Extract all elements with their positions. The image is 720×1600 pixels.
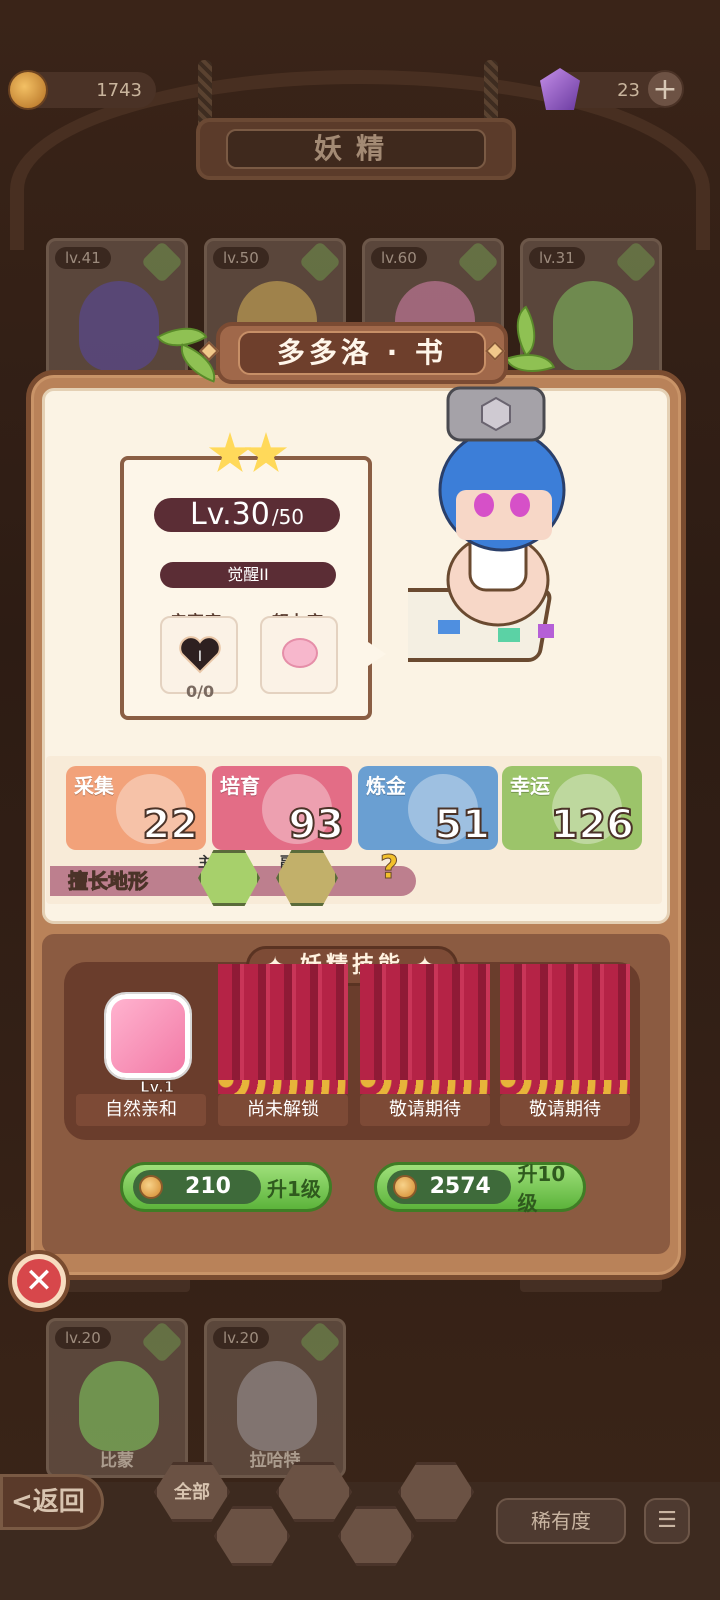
curtain-hem xyxy=(218,1080,348,1094)
skill-label: 自然亲和 xyxy=(76,1094,206,1126)
attribute-label: 培育 xyxy=(220,774,260,798)
effort-pig-icon xyxy=(282,638,318,668)
upgrade-10-button[interactable]: 2574 升10级 xyxy=(374,1162,586,1215)
add-gems-button[interactable]: + xyxy=(646,70,684,108)
card-level: lv.20 xyxy=(213,1327,269,1349)
back-button[interactable]: <返回 xyxy=(0,1474,104,1530)
coin-icon xyxy=(8,70,48,110)
gem-count: 23 xyxy=(617,79,640,101)
intimacy-level: I xyxy=(198,649,202,665)
coin-counter: 1743 xyxy=(8,70,156,110)
card-level: lv.41 xyxy=(55,247,111,269)
attribute-label: 采集 xyxy=(74,774,114,798)
fairy-portrait xyxy=(237,1361,317,1451)
fairy-card[interactable]: lv.20 比蒙 xyxy=(46,1318,188,1478)
rarity-sort-button[interactable]: 稀有度 xyxy=(496,1498,626,1544)
fairy-portrait xyxy=(79,1361,159,1451)
upgrade-label: 升1级 xyxy=(267,1176,321,1201)
fairy-card[interactable]: lv.20 拉哈特 xyxy=(204,1318,346,1478)
attribute-luck: 幸运 126 xyxy=(502,766,642,850)
upgrade-1-button[interactable]: 210 升1级 xyxy=(120,1162,332,1212)
card-level: lv.60 xyxy=(371,247,427,269)
close-button[interactable]: ✕ xyxy=(8,1250,70,1312)
coin-count: 1743 xyxy=(96,79,142,101)
attribute-value: 93 xyxy=(287,801,345,849)
terrain-icon xyxy=(614,241,658,284)
curtain-hem xyxy=(360,1080,490,1094)
upgrade-label: 升10级 xyxy=(517,1162,566,1215)
gem-counter: 23 + xyxy=(540,68,684,110)
upgrade-cost-value: 2574 xyxy=(429,1174,491,1199)
skill-label: 敬请期待 xyxy=(500,1094,630,1126)
attribute-gather: 采集 22 xyxy=(66,766,206,850)
attribute-value: 126 xyxy=(550,801,635,849)
curtain-locked xyxy=(360,964,490,1094)
level-value: Lv.30 xyxy=(189,497,270,532)
fairy-portrait xyxy=(553,281,633,371)
fairy-name: 多多洛 · 书 xyxy=(238,331,486,375)
upgrade-cost: 2574 xyxy=(387,1170,512,1204)
card-level: lv.31 xyxy=(529,247,585,269)
terrain-icon xyxy=(140,1321,184,1364)
attribute-value: 22 xyxy=(141,801,199,849)
fairy-card[interactable]: lv.41 xyxy=(46,238,188,386)
page-title-sign: 妖精 xyxy=(196,118,516,180)
card-level: lv.20 xyxy=(55,1327,111,1349)
curtain-locked xyxy=(500,964,630,1094)
level-max: /50 xyxy=(271,505,305,529)
sort-order-button[interactable]: ☰ xyxy=(644,1498,690,1544)
alarm-clock-icon xyxy=(106,994,190,1078)
terrain-icon xyxy=(456,241,500,284)
close-icon: ✕ xyxy=(17,1259,61,1303)
fairy-character xyxy=(408,386,566,662)
coin-icon xyxy=(139,1175,163,1199)
page-title: 妖精 xyxy=(226,129,486,169)
upgrade-cost-value: 210 xyxy=(185,1174,231,1199)
attribute-label: 炼金 xyxy=(366,774,406,798)
coin-icon xyxy=(393,1175,417,1199)
level-display: Lv.30 /50 xyxy=(154,498,340,532)
upgrade-cost: 210 xyxy=(133,1170,261,1204)
curtain-hem xyxy=(500,1080,630,1094)
curtain-locked xyxy=(218,964,348,1094)
attribute-label: 幸运 xyxy=(510,774,550,798)
skill-label: 敬请期待 xyxy=(360,1094,490,1126)
fairy-name-banner: 多多洛 · 书 xyxy=(216,322,508,384)
attribute-alchemy: 炼金 51 xyxy=(358,766,498,850)
terrain-icon xyxy=(298,1321,342,1364)
awaken-badge: 觉醒II xyxy=(160,562,336,588)
attribute-nurture: 培育 93 xyxy=(212,766,352,850)
intimacy-progress: 0/0 xyxy=(186,682,215,701)
terrain-icon xyxy=(298,241,342,284)
card-level: lv.50 xyxy=(213,247,269,269)
skill-label: 尚未解锁 xyxy=(218,1094,348,1126)
terrain-unknown-icon[interactable]: ? xyxy=(380,848,410,887)
fairy-portrait xyxy=(79,281,159,371)
card-name: 比蒙 xyxy=(100,1451,134,1471)
terrain-icon xyxy=(140,241,184,284)
attribute-value: 51 xyxy=(433,801,491,849)
heart-icon: I xyxy=(179,636,221,674)
terrain-label: 擅长地形 xyxy=(68,869,149,894)
